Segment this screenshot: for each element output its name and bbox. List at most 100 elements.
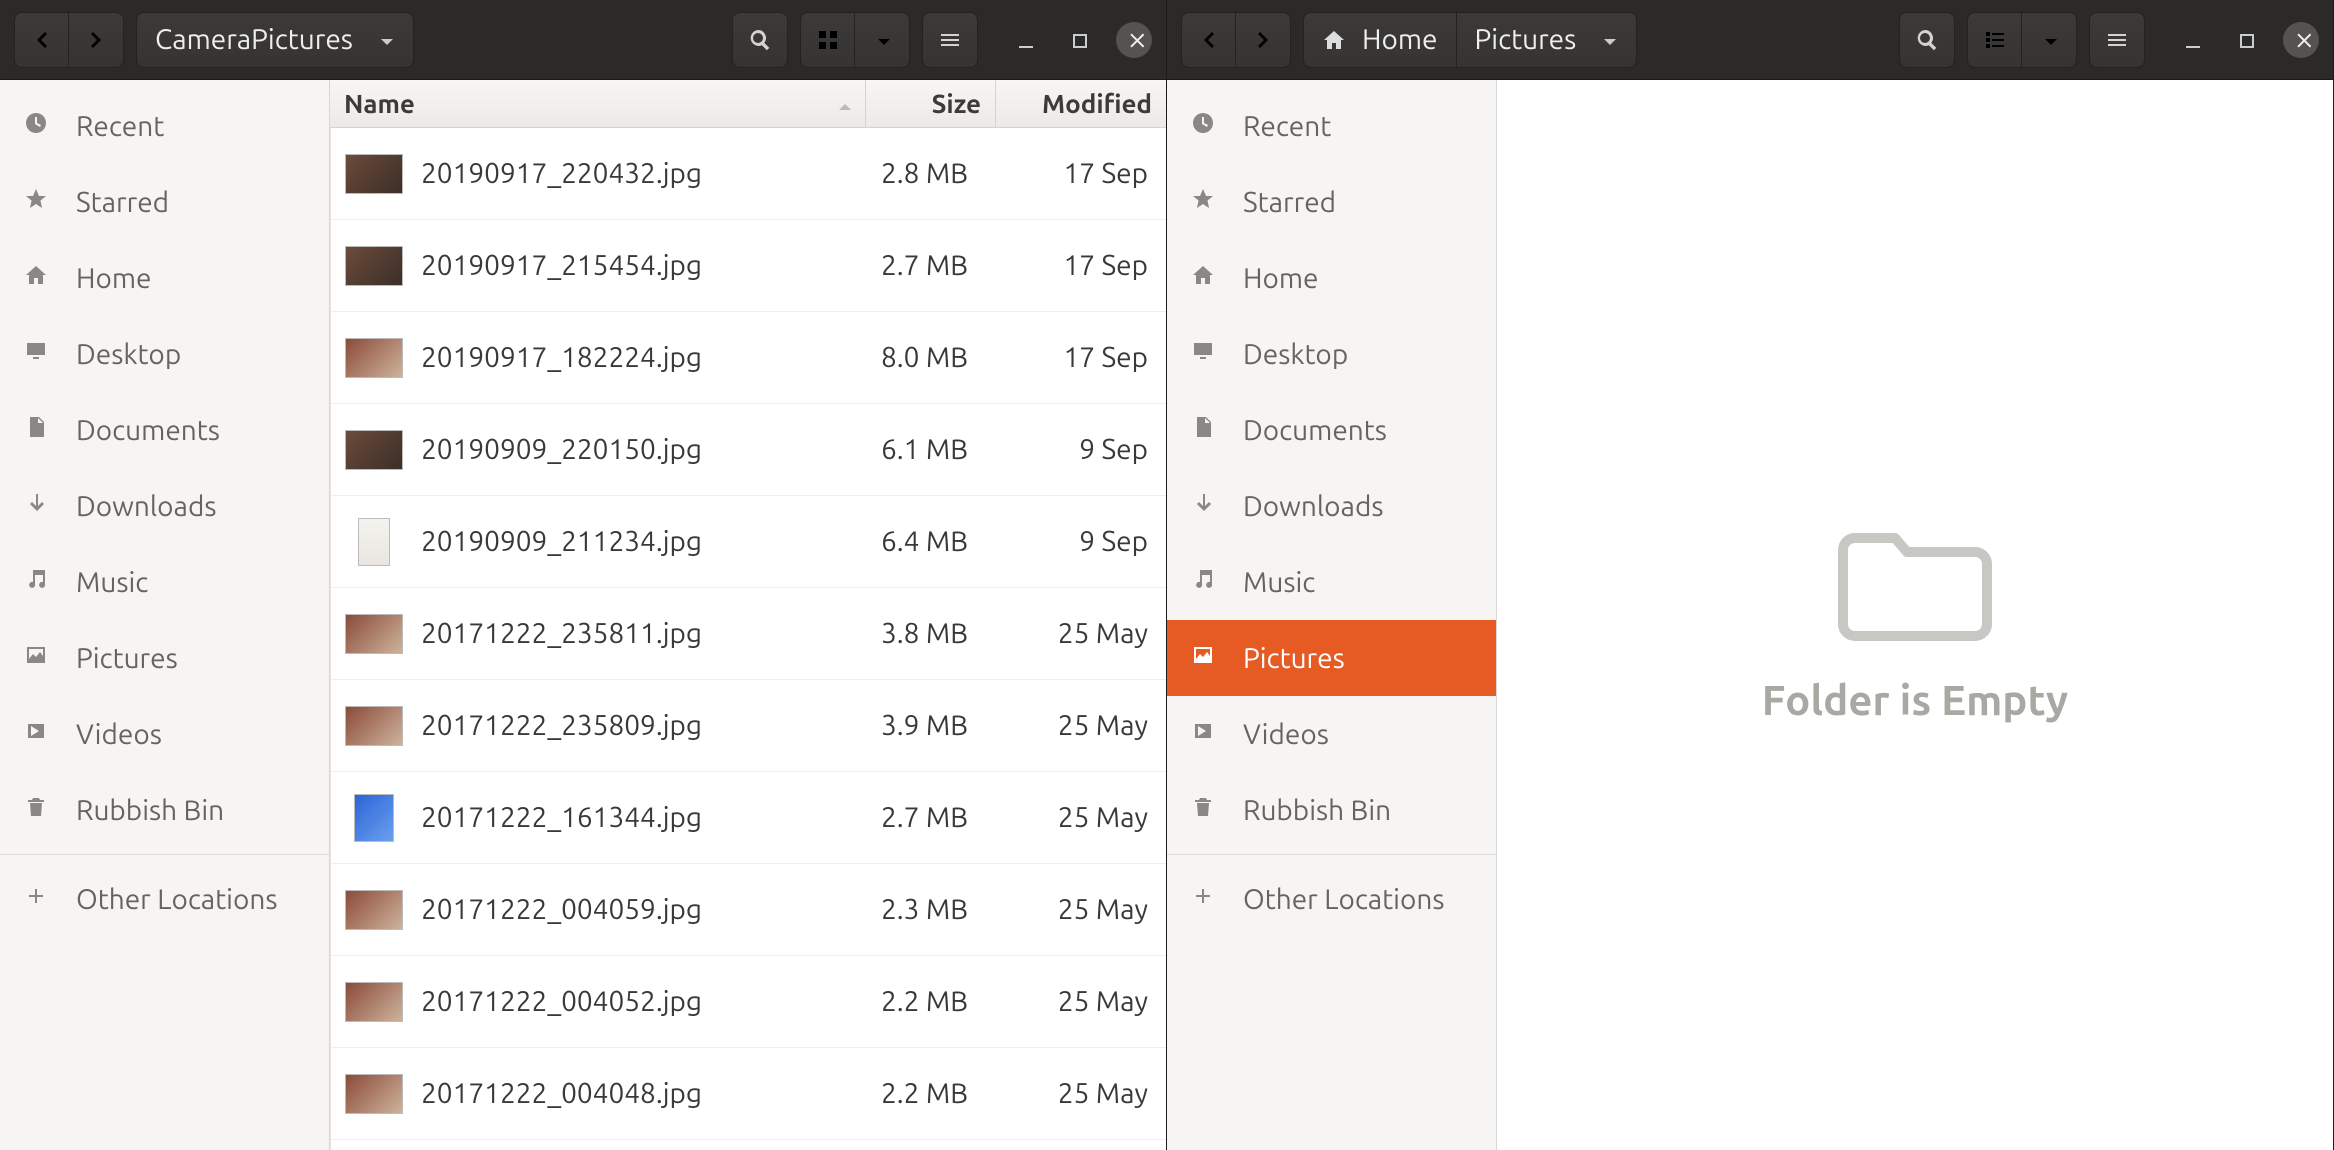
thumbnail (345, 706, 403, 746)
column-header-size[interactable]: Size (866, 80, 996, 127)
sidebar-item-label: Desktop (1243, 339, 1348, 370)
back-button[interactable] (15, 13, 69, 67)
sidebar-item-pictures[interactable]: Pictures (1167, 620, 1496, 696)
view-options-dropdown[interactable] (855, 13, 909, 67)
sidebar-item-documents[interactable]: Documents (1167, 392, 1496, 468)
close-button[interactable] (2283, 22, 2319, 58)
path-segment-current[interactable]: Pictures (1457, 12, 1638, 68)
file-modified: 25 May (982, 894, 1152, 925)
file-size: 8.0 MB (852, 342, 982, 373)
headerbar: Home Pictures (1167, 0, 2333, 80)
sidebar-item-other-locations[interactable]: Other Locations (0, 861, 329, 937)
view-switcher (800, 12, 910, 68)
file-size: 2.2 MB (852, 986, 982, 1017)
file-modified: 17 Sep (982, 250, 1152, 281)
maximize-button[interactable] (2235, 29, 2257, 51)
file-modified: 25 May (982, 618, 1152, 649)
forward-button[interactable] (1236, 13, 1290, 67)
sidebar-item-documents[interactable]: Documents (0, 392, 329, 468)
thumbnail (345, 1074, 403, 1114)
sidebar-item-label: Pictures (76, 643, 178, 674)
file-modified: 17 Sep (982, 342, 1152, 373)
headerbar: CameraPictures (0, 0, 1166, 80)
path-segment-home[interactable]: Home (1303, 12, 1457, 68)
file-size: 2.8 MB (852, 158, 982, 189)
grid-view-button[interactable] (801, 13, 855, 67)
file-row[interactable]: 20190909_211234.jpg6.4 MB9 Sep (331, 496, 1166, 588)
file-modified: 25 May (982, 802, 1152, 833)
sidebar-item-videos[interactable]: Videos (0, 696, 329, 772)
file-modified: 25 May (982, 710, 1152, 741)
sidebar-item-music[interactable]: Music (0, 544, 329, 620)
sidebar-item-trash[interactable]: Rubbish Bin (1167, 772, 1496, 848)
search-button[interactable] (732, 12, 788, 68)
sidebar-item-desktop[interactable]: Desktop (0, 316, 329, 392)
sidebar-item-label: Home (1243, 263, 1319, 294)
sidebar-item-other-locations[interactable]: Other Locations (1167, 861, 1496, 937)
back-button[interactable] (1182, 13, 1236, 67)
sidebar-item-trash[interactable]: Rubbish Bin (0, 772, 329, 848)
sidebar-item-label: Recent (76, 111, 164, 142)
file-row[interactable]: 20171222_004052.jpg2.2 MB25 May (331, 956, 1166, 1048)
divider (1167, 854, 1496, 855)
sidebar-item-label: Downloads (76, 491, 216, 522)
divider (0, 854, 329, 855)
thumbnail (345, 430, 403, 470)
minimize-button[interactable] (2181, 28, 2205, 52)
file-modified: 25 May (982, 986, 1152, 1017)
sidebar-item-downloads[interactable]: Downloads (0, 468, 329, 544)
column-header-name[interactable]: Name (330, 80, 866, 127)
sidebar-item-home[interactable]: Home (0, 240, 329, 316)
thumbnail (345, 338, 403, 378)
forward-button[interactable] (69, 13, 123, 67)
sidebar-item-home[interactable]: Home (1167, 240, 1496, 316)
minimize-button[interactable] (1014, 28, 1038, 52)
path-segment-current[interactable]: CameraPictures (136, 12, 414, 68)
file-manager-window-right: Home Pictures Recent Starred Home Deskto… (1167, 0, 2334, 1150)
sidebar-item-starred[interactable]: Starred (0, 164, 329, 240)
sidebar-item-downloads[interactable]: Downloads (1167, 468, 1496, 544)
file-modified: 25 May (982, 1078, 1152, 1109)
file-row[interactable]: 20190917_220432.jpg2.8 MB17 Sep (331, 128, 1166, 220)
file-row[interactable]: 20171222_235809.jpg3.9 MB25 May (331, 680, 1166, 772)
close-button[interactable] (1116, 22, 1152, 58)
sidebar-item-label: Pictures (1243, 643, 1345, 674)
file-row[interactable]: 20171222_235811.jpg3.8 MB25 May (331, 588, 1166, 680)
sidebar-item-music[interactable]: Music (1167, 544, 1496, 620)
file-row[interactable]: 20171222_004048.jpg2.2 MB25 May (331, 1048, 1166, 1140)
sidebar-item-label: Videos (76, 719, 162, 750)
list-view-button[interactable] (1968, 13, 2022, 67)
thumbnail (345, 982, 403, 1022)
sidebar-item-desktop[interactable]: Desktop (1167, 316, 1496, 392)
file-size: 2.7 MB (852, 250, 982, 281)
sidebar-item-label: Rubbish Bin (76, 795, 224, 826)
file-modified: 9 Sep (982, 526, 1152, 557)
file-size: 2.3 MB (852, 894, 982, 925)
path-label: CameraPictures (155, 24, 353, 55)
file-list-pane: Folder is Empty (1497, 80, 2333, 1150)
sidebar-item-pictures[interactable]: Pictures (0, 620, 329, 696)
view-options-dropdown[interactable] (2022, 13, 2076, 67)
file-modified: 17 Sep (982, 158, 1152, 189)
file-row[interactable]: 20190917_215454.jpg2.7 MB17 Sep (331, 220, 1166, 312)
maximize-button[interactable] (1068, 29, 1090, 51)
path-label: Home (1362, 24, 1438, 55)
nav-group (14, 12, 124, 68)
file-row[interactable]: 20171222_004059.jpg2.3 MB25 May (331, 864, 1166, 956)
file-size: 2.7 MB (852, 802, 982, 833)
sidebar-item-label: Desktop (76, 339, 181, 370)
file-name: 20190909_211234.jpg (421, 526, 852, 557)
file-row[interactable]: 20171222_161344.jpg2.7 MB25 May (331, 772, 1166, 864)
file-list-pane: Name Size Modified 20190917_220432.jpg2.… (330, 80, 1166, 1150)
file-row[interactable]: 20190917_182224.jpg8.0 MB17 Sep (331, 312, 1166, 404)
hamburger-menu-button[interactable] (2089, 12, 2145, 68)
sidebar-item-recent[interactable]: Recent (1167, 88, 1496, 164)
sidebar-item-starred[interactable]: Starred (1167, 164, 1496, 240)
file-row[interactable]: 20190909_220150.jpg6.1 MB9 Sep (331, 404, 1166, 496)
file-name: 20171222_004048.jpg (421, 1078, 852, 1109)
search-button[interactable] (1899, 12, 1955, 68)
column-header-modified[interactable]: Modified (996, 80, 1166, 127)
hamburger-menu-button[interactable] (922, 12, 978, 68)
sidebar-item-videos[interactable]: Videos (1167, 696, 1496, 772)
sidebar-item-recent[interactable]: Recent (0, 88, 329, 164)
